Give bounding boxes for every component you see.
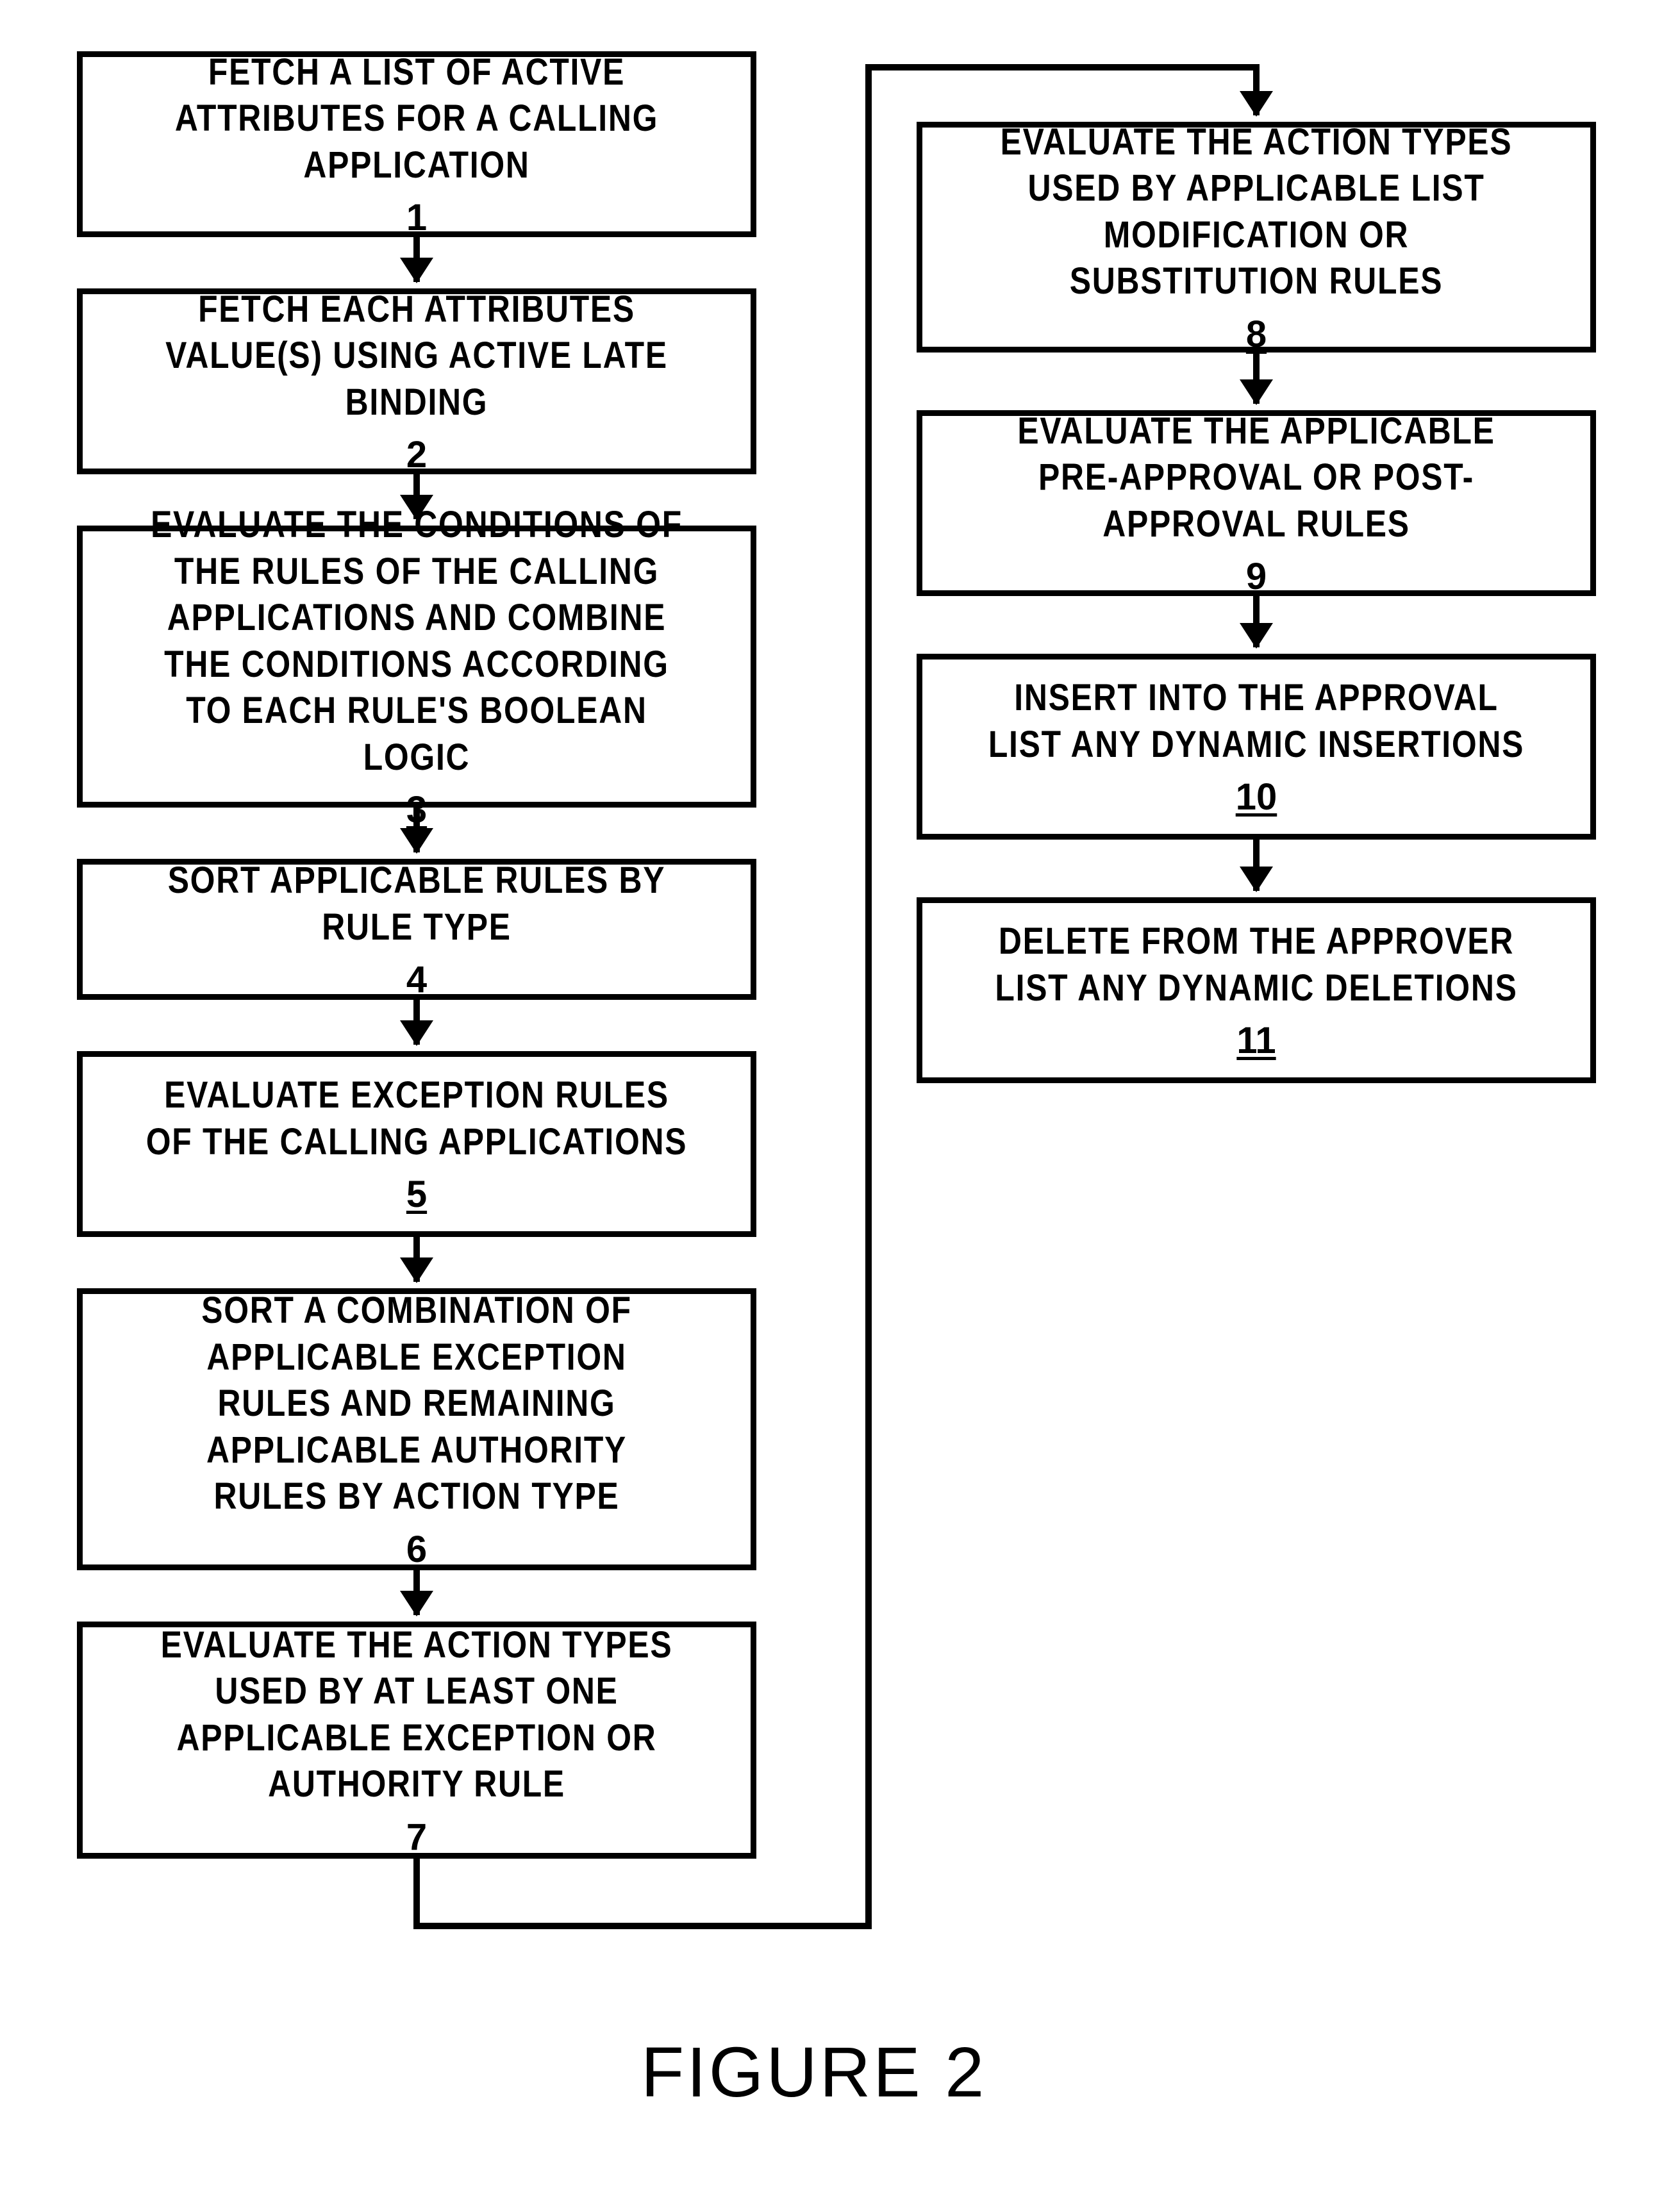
step-9-text: EVALUATE THE APPLICABLE PRE-APPROVAL OR …: [986, 408, 1527, 548]
step-11-box: DELETE FROM THE APPROVER LIST ANY DYNAMI…: [917, 897, 1596, 1083]
step-10-text: INSERT INTO THE APPROVAL LIST ANY DYNAMI…: [986, 675, 1527, 768]
arrow-9-10: [1253, 596, 1260, 647]
step-11-text: DELETE FROM THE APPROVER LIST ANY DYNAMI…: [986, 918, 1527, 1011]
step-6-number: 6: [406, 1528, 427, 1571]
conn-7-across-final: [413, 1923, 872, 1929]
arrow-6-7: [413, 1570, 420, 1615]
arrow-5-6: [413, 1237, 420, 1282]
step-1-text: FETCH A LIST OF ACTIVE ATTRIBUTES FOR A …: [146, 49, 688, 189]
step-2-text: FETCH EACH ATTRIBUTES VALUE(S) USING ACT…: [146, 286, 688, 426]
step-10-number: 10: [1236, 776, 1277, 818]
step-11-number: 11: [1236, 1019, 1276, 1062]
step-8-text: EVALUATE THE ACTION TYPES USED BY APPLIC…: [986, 119, 1527, 305]
step-10-box: INSERT INTO THE APPROVAL LIST ANY DYNAMI…: [917, 654, 1596, 840]
step-8-number: 8: [1246, 313, 1267, 356]
step-1-box: FETCH A LIST OF ACTIVE ATTRIBUTES FOR A …: [77, 51, 756, 237]
step-7-box: EVALUATE THE ACTION TYPES USED BY AT LEA…: [77, 1622, 756, 1859]
conn-7-down-final: [413, 1859, 420, 1929]
step-4-text: SORT APPLICABLE RULES BY RULE TYPE: [146, 858, 688, 950]
arrow-8-9: [1253, 353, 1260, 404]
step-9-box: EVALUATE THE APPLICABLE PRE-APPROVAL OR …: [917, 410, 1596, 596]
arrow-1-2: [413, 237, 420, 282]
arrow-4-5: [413, 1000, 420, 1045]
arrow-10-11: [1253, 840, 1260, 891]
step-8-box: EVALUATE THE ACTION TYPES USED BY APPLIC…: [917, 122, 1596, 353]
step-4-box: SORT APPLICABLE RULES BY RULE TYPE 4: [77, 859, 756, 1000]
arrow-into-8: [1253, 64, 1260, 115]
step-4-number: 4: [406, 958, 427, 1001]
conn-7-top-final: [865, 64, 1256, 71]
step-3-text: EVALUATE THE CONDITIONS OF THE RULES OF …: [146, 502, 688, 781]
step-1-number: 1: [406, 196, 427, 239]
step-3-box: EVALUATE THE CONDITIONS OF THE RULES OF …: [77, 526, 756, 808]
figure-label: FIGURE 2: [641, 2032, 986, 2113]
conn-7-up-final: [865, 64, 872, 1929]
step-6-text: SORT A COMBINATION OF APPLICABLE EXCEPTI…: [146, 1288, 688, 1520]
step-6-box: SORT A COMBINATION OF APPLICABLE EXCEPTI…: [77, 1288, 756, 1570]
step-5-box: EVALUATE EXCEPTION RULES OF THE CALLING …: [77, 1051, 756, 1237]
step-5-number: 5: [406, 1173, 427, 1216]
step-2-number: 2: [406, 433, 427, 476]
flowchart-canvas: FETCH A LIST OF ACTIVE ATTRIBUTES FOR A …: [0, 0, 1680, 2199]
step-5-text: EVALUATE EXCEPTION RULES OF THE CALLING …: [146, 1072, 688, 1165]
step-9-number: 9: [1246, 555, 1267, 598]
arrow-3-4: [413, 808, 420, 852]
step-7-text: EVALUATE THE ACTION TYPES USED BY AT LEA…: [146, 1622, 688, 1808]
step-7-number: 7: [406, 1816, 427, 1859]
step-2-box: FETCH EACH ATTRIBUTES VALUE(S) USING ACT…: [77, 288, 756, 474]
